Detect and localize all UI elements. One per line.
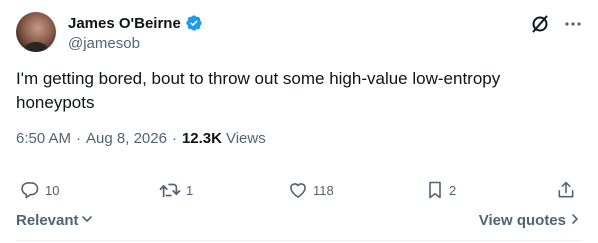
views-label[interactable]: Views [226, 130, 266, 147]
bookmark-button[interactable]: 2 [426, 176, 456, 204]
views-count[interactable]: 12.3K [182, 130, 222, 147]
reply-button[interactable]: 10 [20, 176, 59, 204]
author-name-row: James O'Beirne [68, 14, 203, 32]
author-display-name[interactable]: James O'Beirne [68, 15, 181, 32]
view-quotes-link[interactable]: View quotes [479, 212, 580, 229]
like-count: 118 [313, 182, 334, 198]
repost-button[interactable]: 1 [159, 176, 193, 204]
chevron-right-icon [570, 212, 580, 229]
bookmark-icon [426, 180, 444, 200]
bookmark-count: 2 [449, 182, 457, 198]
tweet-date[interactable]: Aug 8, 2026 [86, 130, 167, 147]
meta-separator: · [76, 130, 82, 147]
meta-separator: · [171, 130, 177, 147]
like-button[interactable]: 118 [288, 176, 334, 204]
tweet-text: I'm getting bored, bout to throw out som… [16, 69, 501, 112]
top-actions [530, 14, 582, 34]
user-avatar[interactable] [16, 12, 56, 52]
tweet-meta: 6:50 AM · Aug 8, 2026 · 12.3K Views [16, 130, 266, 147]
chevron-down-icon [81, 212, 93, 229]
sort-label: Relevant [16, 212, 79, 229]
sort-relevant-dropdown[interactable]: Relevant [16, 212, 93, 229]
share-icon [556, 180, 576, 200]
repost-count: 1 [186, 182, 194, 198]
divider [16, 240, 582, 241]
tweet-time[interactable]: 6:50 AM [16, 130, 71, 147]
verified-badge-icon [185, 14, 203, 32]
heart-icon [288, 180, 308, 200]
repost-icon [159, 180, 181, 200]
view-quotes-label: View quotes [478, 212, 566, 229]
grok-icon[interactable] [530, 14, 550, 34]
tweet-header: James O'Beirne @jamesob [16, 12, 582, 56]
tweet-actions: 10 1 118 2 [16, 176, 582, 204]
author-handle[interactable]: @jamesob [68, 35, 140, 52]
reply-icon [20, 180, 40, 200]
share-button[interactable] [556, 176, 576, 204]
more-options-icon[interactable] [564, 15, 582, 33]
reply-count: 10 [45, 182, 60, 198]
